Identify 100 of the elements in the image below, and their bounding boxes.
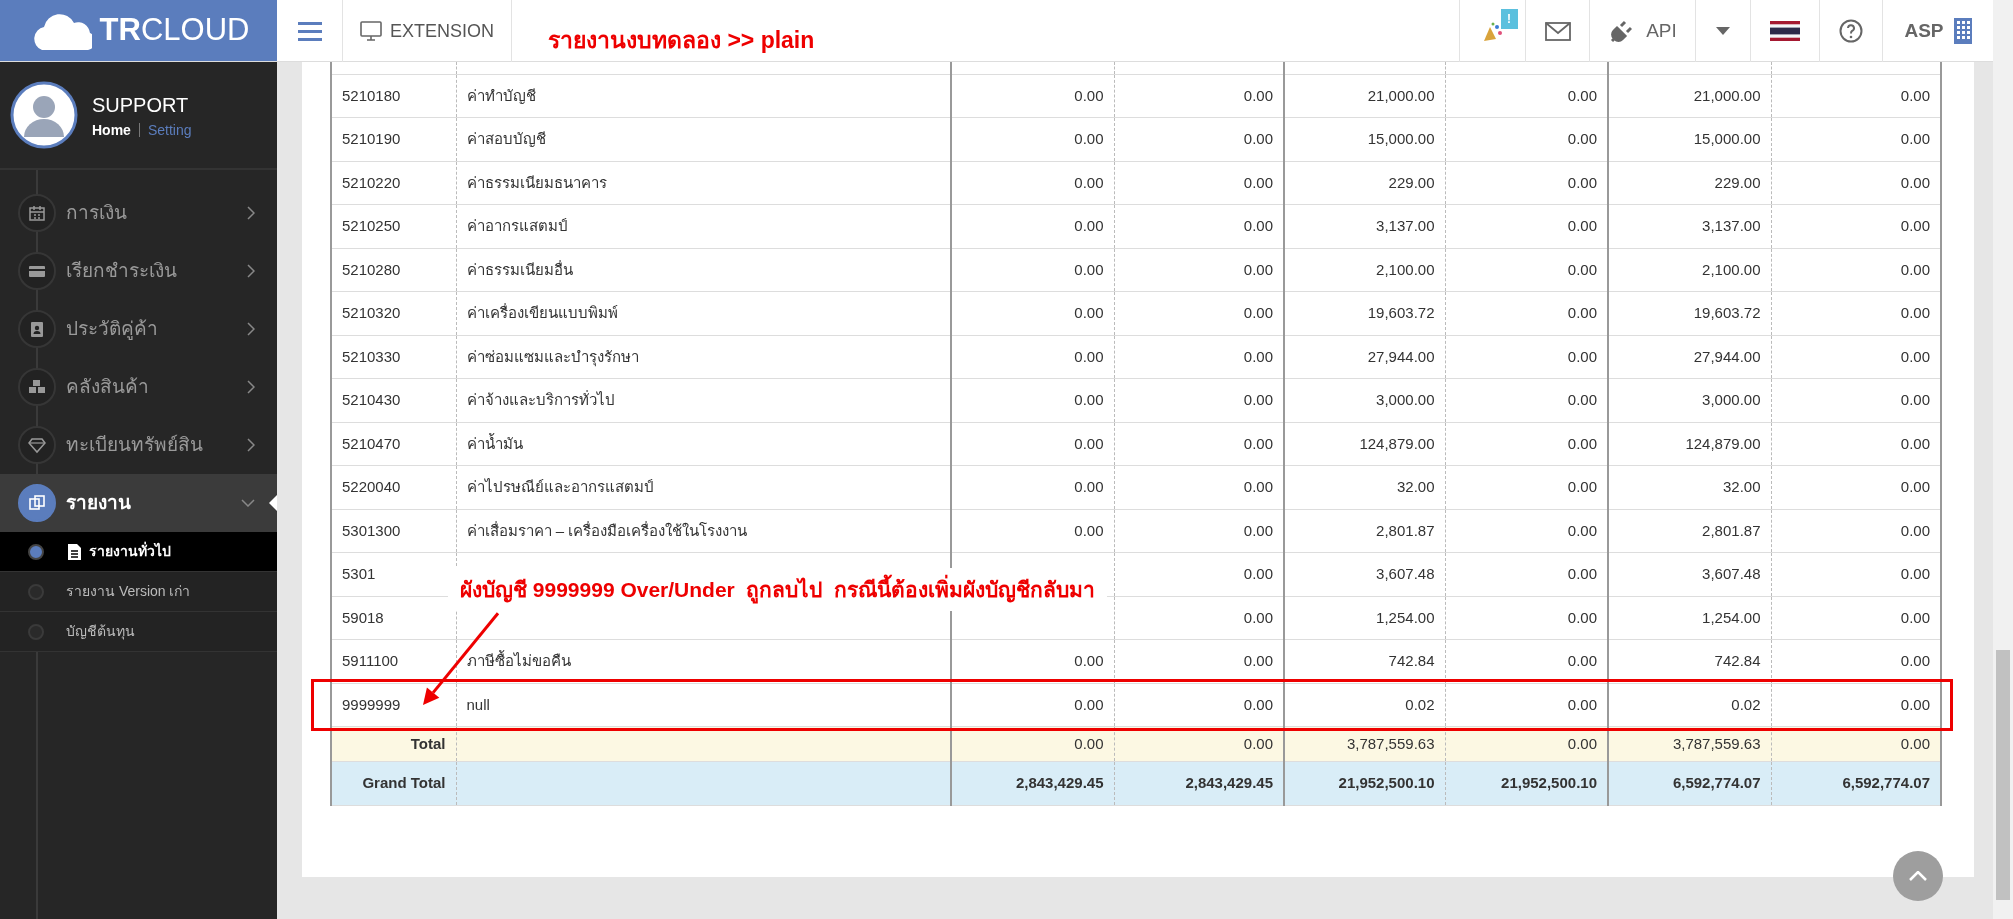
help-icon[interactable] bbox=[1839, 19, 1863, 43]
chevron-icon bbox=[247, 206, 255, 220]
table-cell: 21,000.00 bbox=[1608, 74, 1771, 118]
table-cell: Grand Total bbox=[331, 761, 456, 806]
plug-icon[interactable] bbox=[1608, 19, 1633, 43]
table-cell: 15,000.00 bbox=[1608, 117, 1771, 161]
table-cell: ค่าเสื่อมราคา – เครื่องมือเครื่องใช้ในโรงงาน bbox=[456, 509, 951, 553]
extension-label[interactable]: EXTENSION bbox=[390, 17, 494, 45]
table-cell: 0.00 bbox=[1114, 161, 1284, 205]
table-cell: 32.00 bbox=[1608, 465, 1771, 509]
table-cell: 0.00 bbox=[1114, 378, 1284, 422]
table-cell: 0.00 bbox=[1445, 378, 1608, 422]
api-link[interactable]: API bbox=[1646, 16, 1677, 46]
party-icon[interactable] bbox=[1481, 20, 1504, 43]
caret-icon[interactable] bbox=[1716, 27, 1730, 35]
flag-icon[interactable] bbox=[1770, 21, 1800, 41]
table-cell: 0.00 bbox=[951, 74, 1114, 118]
table-cell: 0.00 bbox=[1114, 291, 1284, 335]
table-cell: 0.00 bbox=[1445, 422, 1608, 466]
scrollbar-thumb[interactable] bbox=[1996, 650, 2010, 900]
table-cell: 5210330 bbox=[331, 335, 456, 379]
menu-icon[interactable] bbox=[297, 20, 322, 42]
back-to-top-button[interactable] bbox=[1893, 851, 1943, 901]
scrollbar[interactable] bbox=[1993, 0, 2013, 919]
table-cell: ค่าน้ำมัน bbox=[456, 422, 951, 466]
table-cell: 0.00 bbox=[1445, 335, 1608, 379]
table-cell: 1,254.00 bbox=[1284, 596, 1445, 640]
table-cell: 0.00 bbox=[1771, 161, 1941, 205]
table-cell: 0.00 bbox=[1114, 248, 1284, 292]
table-cell: 0.00 bbox=[1771, 596, 1941, 640]
sidebar-item[interactable]: คลังสินค้า bbox=[0, 358, 277, 416]
table-cell: 2,801.87 bbox=[1284, 509, 1445, 553]
table-cell: 124,879.00 bbox=[1284, 422, 1445, 466]
table-cell: 0.00 bbox=[951, 248, 1114, 292]
table-cell: 2,801.87 bbox=[1608, 509, 1771, 553]
table-cell: 3,000.00 bbox=[1284, 378, 1445, 422]
table-cell: 0.00 bbox=[951, 335, 1114, 379]
table-cell: 0.00 bbox=[951, 683, 1114, 727]
table-cell: ค่าทำบัญชี bbox=[456, 74, 951, 118]
table-cell: 3,607.48 bbox=[1608, 552, 1771, 596]
table-cell: 6,592,774.07 bbox=[1771, 761, 1941, 806]
table-cell: 5210470 bbox=[331, 422, 456, 466]
table-cell: 0.00 bbox=[951, 161, 1114, 205]
table-cell: ค่าเครื่องเขียนแบบพิมพ์ bbox=[456, 291, 951, 335]
sidebar-item[interactable]: ทะเบียนทรัพย์สิน bbox=[0, 416, 277, 474]
table-cell: 0.00 bbox=[1114, 639, 1284, 683]
table-cell: ค่าอากรแสตมป์ bbox=[456, 204, 951, 248]
sidebar-item[interactable]: เรียกชำระเงิน bbox=[0, 242, 277, 300]
table-cell: 0.02 bbox=[1608, 683, 1771, 727]
document-icon bbox=[66, 542, 83, 561]
chevron-icon bbox=[247, 438, 255, 452]
menu-item-icon bbox=[28, 436, 46, 454]
table-cell: 32.00 bbox=[1284, 465, 1445, 509]
table-cell: ค่าธรรมเนียมธนาคาร bbox=[456, 161, 951, 205]
table-cell: 0.00 bbox=[1445, 291, 1608, 335]
table-cell: 0.00 bbox=[1445, 117, 1608, 161]
table-cell: 3,137.00 bbox=[1284, 204, 1445, 248]
table-cell: 0.00 bbox=[1114, 422, 1284, 466]
table-cell: 0.00 bbox=[951, 204, 1114, 248]
mail-icon[interactable] bbox=[1544, 21, 1571, 41]
building-icon[interactable] bbox=[1953, 18, 1972, 44]
table-cell: 229.00 bbox=[1284, 161, 1445, 205]
table-cell: 5210280 bbox=[331, 248, 456, 292]
table-cell: ค่าไปรษณีย์และอากรแสตมป์ bbox=[456, 465, 951, 509]
submenu-item[interactable]: รายงาน Version เก่า bbox=[0, 572, 277, 612]
table-cell: 0.00 bbox=[1445, 596, 1608, 640]
table-cell: ค่าซ่อมแซมและบำรุงรักษา bbox=[456, 335, 951, 379]
table-cell: 5210430 bbox=[331, 378, 456, 422]
table-cell: 5210220 bbox=[331, 161, 456, 205]
table-cell: 6,592,774.07 bbox=[1608, 761, 1771, 806]
user-name: SUPPORT bbox=[92, 92, 190, 118]
chevron-icon bbox=[241, 499, 255, 507]
user-label[interactable]: ASP bbox=[1904, 16, 1944, 46]
table-cell: 0.00 bbox=[1771, 117, 1941, 161]
submenu-item[interactable]: บัญชีต้นทุน bbox=[0, 612, 277, 652]
table-cell: 0.00 bbox=[1445, 204, 1608, 248]
table-cell: ค่าสอบบัญชี bbox=[456, 117, 951, 161]
table-cell: 15,000.00 bbox=[1284, 117, 1445, 161]
sidebar-item[interactable]: การเงิน bbox=[0, 184, 277, 242]
profile-link[interactable]: Home bbox=[92, 119, 131, 141]
table-cell: 3,607.48 bbox=[1284, 552, 1445, 596]
page-title: รายงานงบทดลอง >> plain bbox=[548, 25, 815, 55]
notification-badge: ! bbox=[1500, 8, 1518, 29]
table-cell: 0.00 bbox=[1771, 335, 1941, 379]
submenu-item[interactable]: รายงานทั่วไป bbox=[0, 532, 277, 572]
table-cell: 0.00 bbox=[1445, 465, 1608, 509]
table-cell: 0.00 bbox=[951, 509, 1114, 553]
table-cell: 0.00 bbox=[1114, 117, 1284, 161]
table-cell: ภาษีซื้อไม่ขอคืน bbox=[456, 639, 951, 683]
sidebar-item[interactable]: รายงาน bbox=[0, 474, 277, 532]
table-cell: 0.00 bbox=[1771, 552, 1941, 596]
profile-link[interactable]: Setting bbox=[147, 119, 192, 141]
table-cell: 229.00 bbox=[1608, 161, 1771, 205]
table-cell: 0.00 bbox=[1114, 552, 1284, 596]
sidebar-item[interactable]: ประวัติคู่ค้า bbox=[0, 300, 277, 358]
monitor-icon bbox=[360, 21, 382, 41]
table-cell: 0.00 bbox=[951, 422, 1114, 466]
table-cell: 5911100 bbox=[331, 639, 456, 683]
table-cell: 0.00 bbox=[1771, 639, 1941, 683]
table-cell: 0.00 bbox=[1114, 74, 1284, 118]
